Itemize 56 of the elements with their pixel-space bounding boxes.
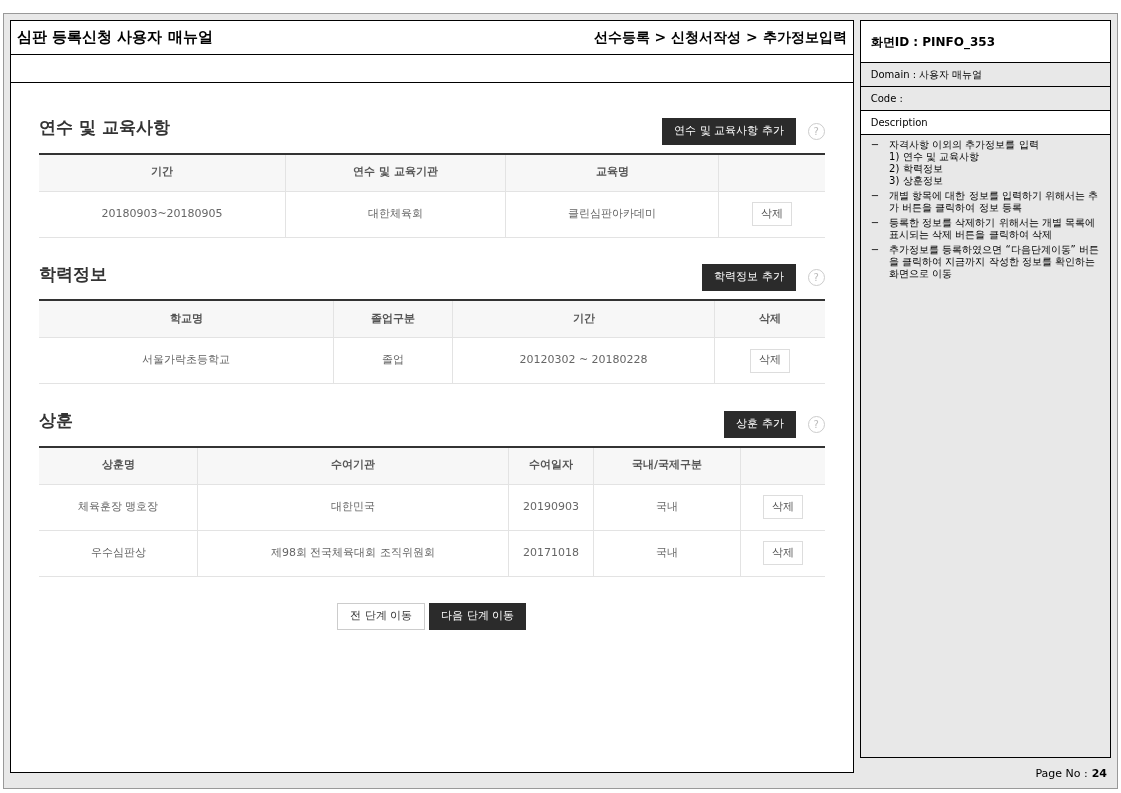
breadcrumb: 선수등록 > 신청서작성 > 추가정보입력 xyxy=(593,28,847,47)
description-label: Description xyxy=(870,116,928,130)
bullet-dash: − xyxy=(870,139,880,152)
table-cell-text: 20180903~20180905 xyxy=(101,205,223,222)
page-number: 24 xyxy=(1091,765,1107,782)
bullet-dash: − xyxy=(870,217,880,230)
description-subitem: 3) 상훈정보 xyxy=(889,175,944,187)
delete-button[interactable]: 삭제 xyxy=(751,202,792,226)
table-cell-text: 국내 xyxy=(656,544,678,561)
table-cell-text: 클린심판아카데미 xyxy=(568,205,656,222)
description-text: 추가정보를 등록하였으면 “다음단계이동” 버튼을 클릭하여 지금까지 작성한 정보를 확인하는 화면으로 이동 xyxy=(889,244,1100,280)
domain-label: Domain : 사용자 매뉴얼 xyxy=(870,68,983,82)
description-text: 자격사항 이외의 추가정보를 입력 xyxy=(889,139,1039,151)
column-header: 기간 xyxy=(572,310,595,327)
column-header: 삭제 xyxy=(758,310,781,327)
table-cell-text: 우수심판상 xyxy=(90,544,146,561)
bullet-dash: − xyxy=(870,244,880,257)
manual-title: 심판 등록신청 사용자 매뉴얼 xyxy=(17,27,213,49)
table-cell-text: 국내 xyxy=(656,498,678,515)
table-cell: 서울가락초등학교 xyxy=(142,352,230,369)
code-label: Code : xyxy=(870,92,903,106)
delete-button[interactable]: 삭제 xyxy=(749,348,790,373)
delete-button[interactable]: 삭제 xyxy=(762,541,803,565)
delete-button[interactable]: 삭제 xyxy=(762,495,803,519)
table-cell-text: 20171018 xyxy=(523,544,579,561)
page-label: Page No : xyxy=(1035,765,1088,782)
column-header: 졸업구분 xyxy=(371,310,415,327)
column-header: 수여기관 xyxy=(331,457,375,474)
table-cell-text: 20190903 xyxy=(523,498,579,515)
step-button[interactable]: 다음 단계 이동 xyxy=(429,602,527,630)
section-title: 연수 및 교육사항 xyxy=(39,116,170,139)
table-cell: 졸업 xyxy=(382,352,404,369)
table-cell-text: 제98회 전국체육대회 조직위원회 xyxy=(271,544,435,561)
table-cell-text: 체육훈장 맹호장 xyxy=(77,498,159,515)
column-header: 기간 xyxy=(151,164,173,181)
column-header: 학교명 xyxy=(169,310,203,327)
add-button[interactable]: 상훈 추가 xyxy=(724,410,796,438)
add-button[interactable]: 학력정보 추가 xyxy=(702,264,796,291)
section-title: 학력정보 xyxy=(39,262,107,286)
bullet-dash: − xyxy=(870,190,880,203)
column-header: 교육명 xyxy=(595,164,629,181)
column-header: 국내/국제구분 xyxy=(632,457,702,474)
add-button[interactable]: 연수 및 교육사항 추가 xyxy=(662,117,796,145)
description-subitem: 2) 학력정보 xyxy=(889,163,944,175)
description-text: 개별 항목에 대한 정보를 입력하기 위해서는 추가 버튼을 클릭하여 정보 등록 xyxy=(889,190,1100,214)
table-cell-text: 대한체육회 xyxy=(368,205,423,222)
table-cell-text: 대한민국 xyxy=(331,498,375,515)
table-cell: 20120302 ~ 20180228 xyxy=(519,352,648,369)
column-header: 상훈명 xyxy=(101,457,135,474)
description-subitem: 1) 연수 및 교육사항 xyxy=(889,151,980,163)
section-title: 상훈 xyxy=(39,409,73,432)
screen-id: 화면ID : PINFO_353 xyxy=(870,33,996,51)
description-text: 등록한 정보를 삭제하기 위해서는 개별 목록에 표시되는 삭제 버튼을 클릭하여 삭제 xyxy=(889,217,1096,241)
column-header: 연수 및 교육기관 xyxy=(353,164,438,181)
step-button[interactable]: 전 단계 이동 xyxy=(337,602,426,630)
column-header: 수여일자 xyxy=(529,457,573,474)
